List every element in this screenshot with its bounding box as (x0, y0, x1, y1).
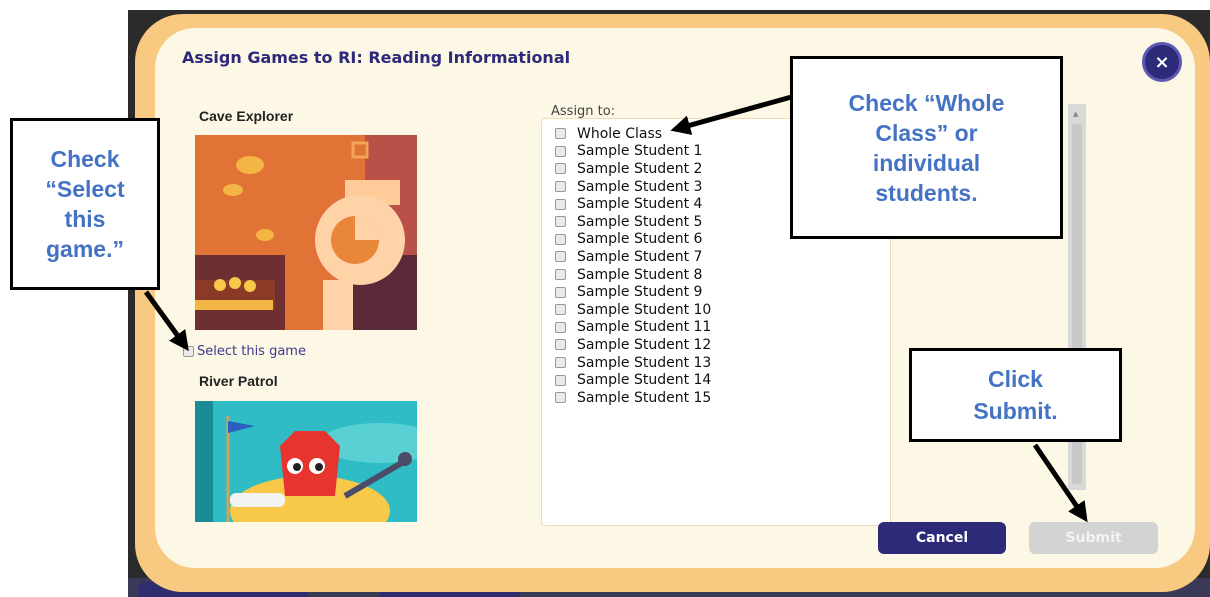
callout-line: students. (875, 179, 978, 206)
callout-whole-class: Check “Whole Class” or individual studen… (790, 56, 1063, 239)
callout-line: individual (872, 149, 981, 176)
callout-line: Submit. (973, 398, 1058, 424)
callout-line: Class” or (875, 119, 978, 146)
callout-line: this (64, 206, 106, 232)
callout-line: “Select (45, 176, 125, 202)
arrow-to-whole-class (670, 93, 796, 135)
callout-line: Check (50, 146, 120, 172)
screenshot-stage: Assign Games to RI: Reading Informationa… (0, 0, 1210, 597)
callout-line: Click (988, 366, 1043, 392)
callout-line: game.” (46, 236, 124, 262)
arrow-to-submit (1032, 443, 1088, 523)
arrow-to-select-game (143, 290, 189, 352)
callout-line: Check “Whole (848, 89, 1005, 116)
callout-submit: Click Submit. (909, 348, 1122, 442)
callout-select-game: Check “Select this game.” (10, 118, 160, 290)
